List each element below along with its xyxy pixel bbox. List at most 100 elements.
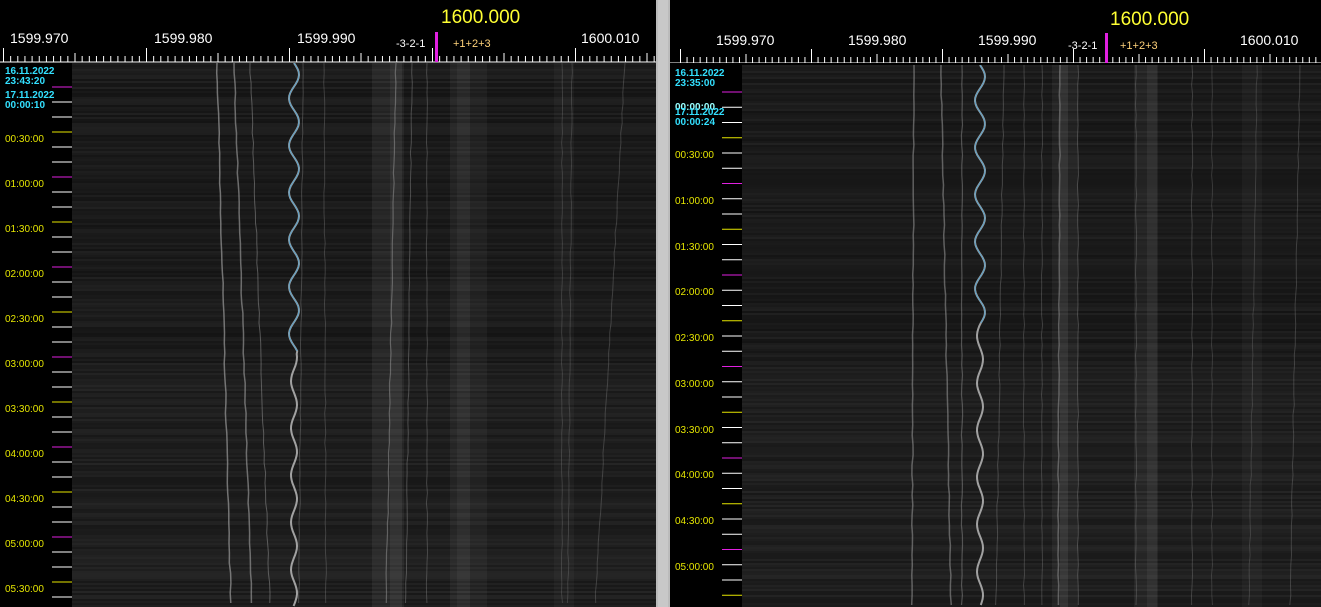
noise-band: [742, 479, 1321, 481]
time-label: 01:00:00: [675, 196, 714, 207]
noise-band: [742, 547, 1321, 549]
noise-band: [742, 93, 1321, 95]
noise-band: [742, 403, 1321, 405]
noise-band: [742, 85, 1321, 87]
noise-band: [742, 335, 1321, 337]
noise-band: [742, 539, 1321, 541]
noise-band: [742, 117, 1321, 119]
center-frequency-label: 1600.000: [1110, 9, 1190, 30]
noise-band: [742, 245, 1321, 247]
noise-band: [742, 69, 1321, 71]
noise-band: [742, 141, 1321, 143]
noise-band: [742, 491, 1321, 493]
noise-band: [742, 413, 1321, 415]
noise-band: [742, 481, 1321, 483]
second-time-label: 00:00:24: [675, 117, 716, 128]
noise-band: [742, 507, 1321, 509]
noise-band: [742, 347, 1321, 349]
noise-band: [742, 235, 1321, 237]
noise-band: [742, 527, 1321, 529]
noise-band: [742, 253, 1321, 255]
signal-haze: [1147, 65, 1157, 607]
noise-band: [742, 163, 1321, 165]
noise-band: [742, 295, 1321, 297]
noise-band: [742, 301, 1321, 303]
noise-band: [742, 121, 1321, 123]
noise-band: [742, 513, 1321, 515]
noise-band: [742, 79, 1321, 81]
freq-label-1: 1599.970: [716, 32, 775, 48]
noise-band: [742, 483, 1321, 485]
noise-band: [742, 367, 1321, 369]
noise-band: [742, 157, 1321, 159]
noise-band: [742, 561, 1321, 563]
noise-band: [742, 139, 1321, 141]
noise-band: [742, 211, 1321, 213]
noise-band: [742, 519, 1321, 521]
noise-band: [742, 325, 1321, 327]
noise-band: [742, 357, 1321, 359]
noise-band: [742, 465, 1321, 467]
noise-band: [742, 271, 1321, 273]
noise-band: [742, 425, 1321, 427]
noise-band: [742, 531, 1321, 533]
noise-band: [742, 393, 1321, 395]
noise-band: [742, 579, 1321, 581]
noise-band: [742, 477, 1321, 479]
waterfall-image: [742, 65, 1321, 607]
time-label: 04:30:00: [5, 494, 44, 505]
noise-band: [742, 409, 1321, 411]
noise-band: [742, 435, 1321, 437]
noise-band: [742, 177, 1321, 179]
noise-band: [742, 237, 1321, 239]
noise-band: [742, 89, 1321, 91]
noise-band: [742, 209, 1321, 211]
noise-band: [742, 171, 1321, 173]
noise-band: [742, 553, 1321, 555]
time-label: 01:30:00: [5, 224, 44, 235]
noise-band: [742, 219, 1321, 221]
noise-band: [742, 267, 1321, 269]
noise-band: [742, 91, 1321, 93]
noise-band: [742, 233, 1321, 235]
noise-band: [742, 319, 1321, 321]
noise-band: [742, 119, 1321, 121]
noise-band: [742, 437, 1321, 439]
noise-band: [742, 311, 1321, 313]
waterfall-display[interactable]: [742, 65, 1321, 607]
noise-band: [742, 459, 1321, 461]
noise-band: [742, 601, 1321, 603]
noise-band: [742, 463, 1321, 465]
noise-band: [742, 427, 1321, 429]
noise-band: [742, 595, 1321, 597]
noise-band: [742, 167, 1321, 169]
noise-band: [742, 309, 1321, 311]
noise-band: [742, 515, 1321, 517]
noise-band: [742, 557, 1321, 559]
time-label: 00:30:00: [5, 134, 44, 145]
noise-band: [742, 107, 1321, 109]
noise-band: [742, 223, 1321, 225]
signal-haze: [1242, 65, 1262, 607]
noise-band: [742, 575, 1321, 577]
noise-band: [742, 549, 1321, 551]
noise-band: [742, 451, 1321, 453]
noise-band: [742, 359, 1321, 361]
noise-band: [742, 449, 1321, 451]
noise-band: [742, 265, 1321, 267]
noise-band: [742, 365, 1321, 367]
signal-haze: [390, 63, 404, 607]
waterfall-display[interactable]: [72, 63, 656, 607]
center-frequency-label: 1600.000: [441, 7, 521, 28]
noise-band: [742, 185, 1321, 187]
noise-band: [742, 363, 1321, 365]
noise-band: [742, 305, 1321, 307]
noise-band: [742, 215, 1321, 217]
time-label: 04:00:00: [675, 470, 714, 481]
noise-band: [742, 433, 1321, 435]
freq-label-3: 1599.990: [978, 32, 1037, 48]
time-label: 02:00:00: [675, 287, 714, 298]
time-label: 05:00:00: [5, 539, 44, 550]
noise-band: [742, 495, 1321, 497]
noise-band: [742, 563, 1321, 565]
